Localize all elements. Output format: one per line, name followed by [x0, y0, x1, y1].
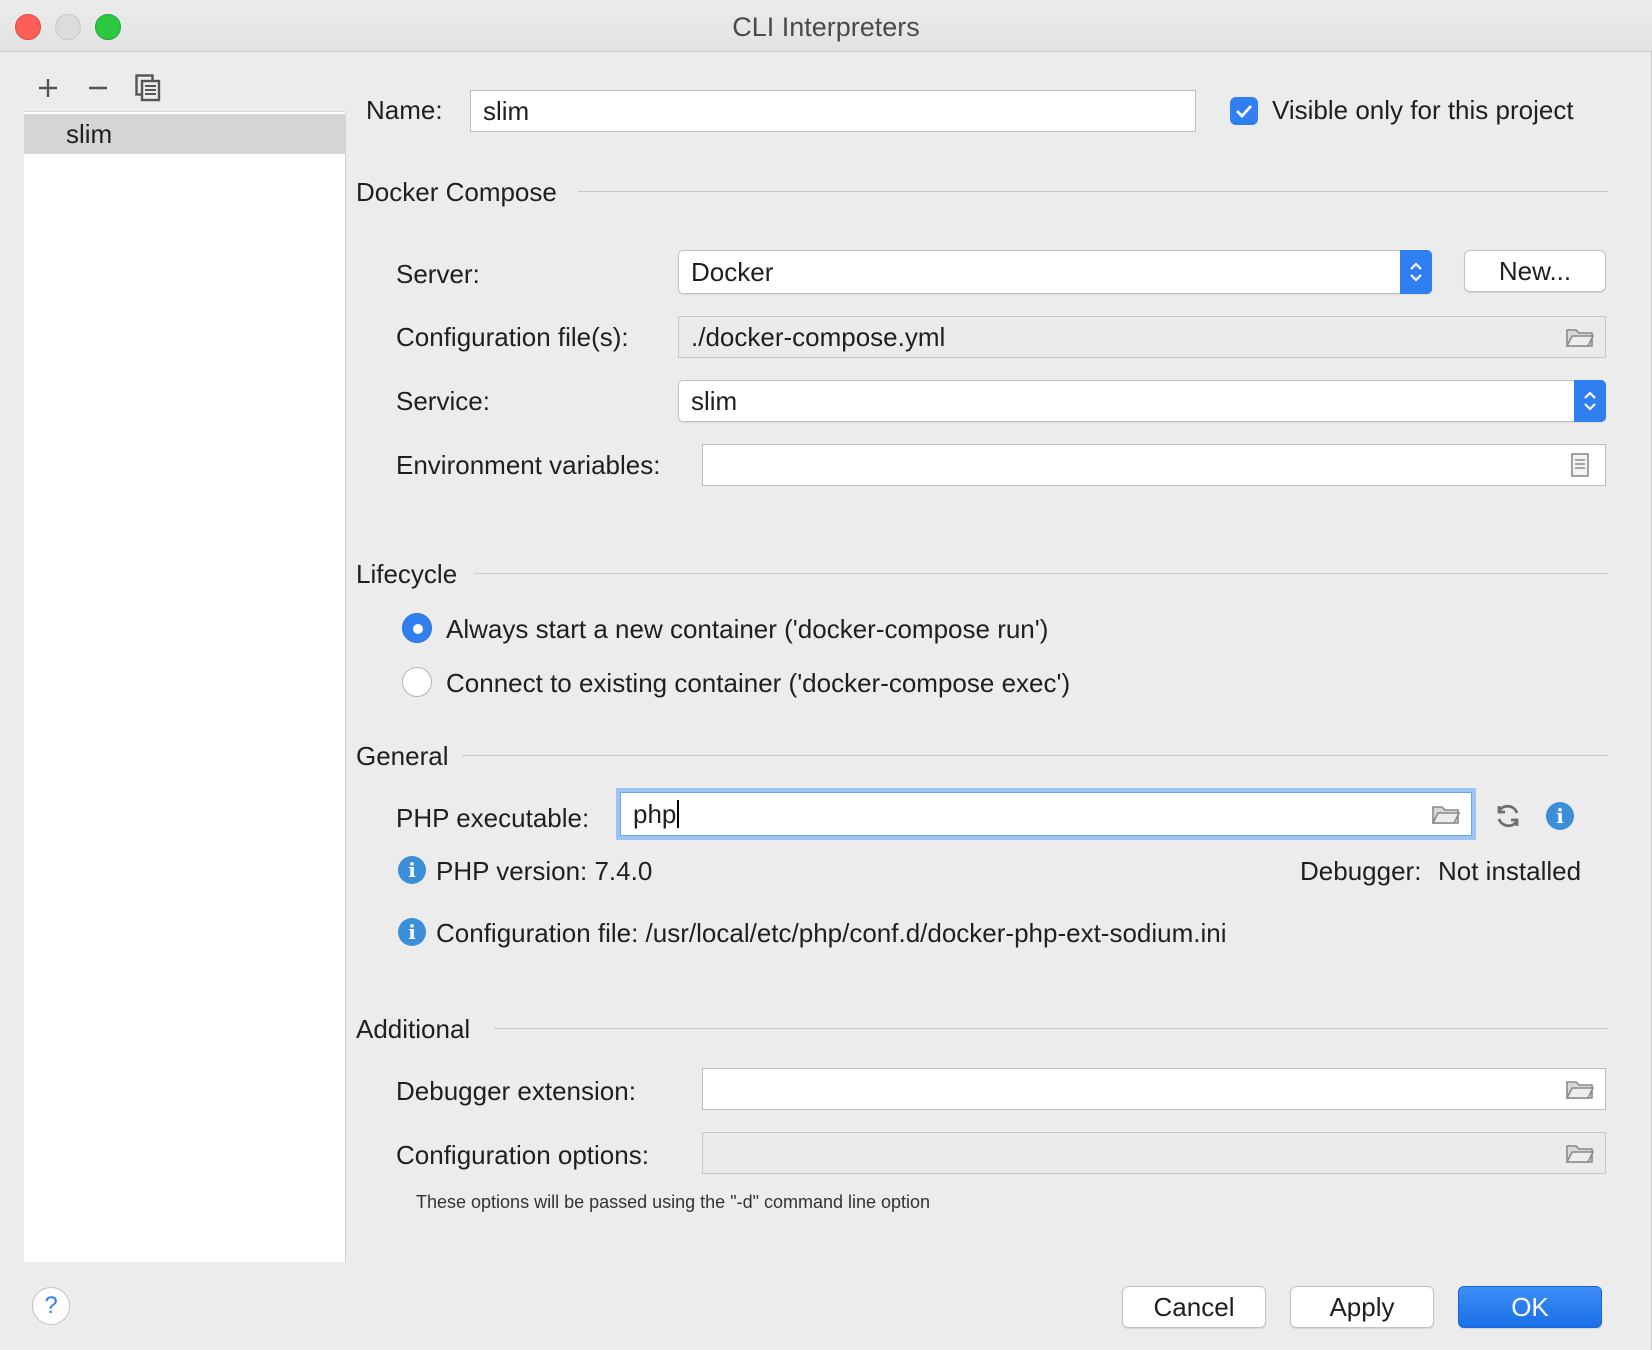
info-icon: i — [398, 856, 426, 884]
name-input[interactable]: slim — [470, 90, 1196, 132]
connect-existing-container-radio[interactable] — [402, 667, 432, 697]
edit-list-icon[interactable] — [1565, 453, 1595, 477]
configuration-options-hint: These options will be passed using the "… — [416, 1192, 931, 1212]
php-executable-value: php — [633, 798, 677, 829]
server-label: Server: — [396, 259, 480, 289]
always-new-container-radio[interactable] — [402, 613, 432, 643]
copy-interpreter-button[interactable] — [128, 70, 168, 106]
section-divider — [578, 191, 1608, 192]
general-section-title: General — [356, 741, 449, 771]
name-label: Name: — [366, 95, 443, 125]
cancel-button[interactable]: Cancel — [1122, 1286, 1266, 1328]
config-files-field[interactable]: ./docker-compose.yml — [678, 316, 1606, 358]
section-divider — [462, 755, 1608, 756]
folder-icon[interactable] — [1565, 325, 1595, 349]
add-interpreter-button[interactable] — [28, 70, 68, 106]
section-divider — [494, 1028, 1608, 1029]
list-item[interactable]: slim — [24, 114, 346, 154]
config-files-value: ./docker-compose.yml — [691, 321, 946, 352]
server-select-value: Docker — [691, 256, 774, 287]
config-files-label: Configuration file(s): — [396, 322, 629, 352]
help-button[interactable]: ? — [32, 1287, 70, 1325]
configuration-options-label: Configuration options: — [396, 1140, 649, 1170]
ok-button[interactable]: OK — [1458, 1286, 1602, 1328]
always-new-container-label[interactable]: Always start a new container ('docker-co… — [446, 614, 1048, 645]
info-icon: i — [398, 918, 426, 946]
checkmark-icon — [1236, 105, 1253, 119]
select-arrows-icon — [1574, 380, 1606, 422]
select-arrows-icon — [1400, 250, 1432, 294]
php-executable-input[interactable]: php — [620, 792, 1472, 836]
debugger-extension-label: Debugger extension: — [396, 1076, 636, 1106]
apply-button[interactable]: Apply — [1290, 1286, 1434, 1328]
plus-icon — [39, 79, 57, 97]
minus-icon — [89, 86, 107, 90]
additional-section-title: Additional — [356, 1014, 471, 1044]
section-divider — [474, 573, 1608, 574]
new-server-button[interactable]: New... — [1464, 250, 1606, 292]
service-label: Service: — [396, 386, 490, 416]
connect-existing-container-label[interactable]: Connect to existing container ('docker-c… — [446, 668, 1070, 699]
copy-icon — [135, 74, 161, 102]
title-bar: CLI Interpreters — [0, 0, 1652, 52]
service-select-value: slim — [691, 385, 738, 416]
refresh-icon[interactable] — [1494, 802, 1522, 830]
service-select[interactable]: slim — [678, 380, 1606, 422]
remove-interpreter-button[interactable] — [78, 70, 118, 106]
folder-icon[interactable] — [1431, 802, 1461, 826]
server-select[interactable]: Docker — [678, 250, 1432, 294]
name-input-value: slim — [483, 95, 530, 126]
docker-compose-section-title: Docker Compose — [356, 177, 557, 207]
folder-icon[interactable] — [1565, 1141, 1595, 1165]
visible-only-label: Visible only for this project — [1272, 95, 1574, 125]
list-toolbar — [24, 62, 346, 112]
lifecycle-section-title: Lifecycle — [356, 559, 458, 589]
info-icon[interactable]: i — [1546, 802, 1574, 830]
text-caret — [677, 800, 680, 828]
debugger-value: Not installed — [1438, 856, 1582, 886]
php-executable-label: PHP executable: — [396, 803, 590, 833]
php-version-text: PHP version: 7.4.0 — [436, 856, 653, 886]
visible-only-checkbox[interactable] — [1230, 97, 1258, 125]
debugger-label: Debugger: — [1300, 856, 1422, 886]
env-variables-label: Environment variables: — [396, 450, 661, 480]
folder-icon[interactable] — [1565, 1077, 1595, 1101]
window-title: CLI Interpreters — [732, 12, 920, 42]
configuration-file-text: Configuration file: /usr/local/etc/php/c… — [436, 918, 1227, 948]
configuration-options-field[interactable] — [702, 1132, 1606, 1174]
interpreter-list-panel: slim — [24, 62, 346, 1262]
env-variables-field[interactable] — [702, 444, 1606, 486]
dialog-window: CLI Interpreters slim Name: slim Visible… — [0, 0, 1652, 1350]
debugger-extension-field[interactable] — [702, 1068, 1606, 1110]
